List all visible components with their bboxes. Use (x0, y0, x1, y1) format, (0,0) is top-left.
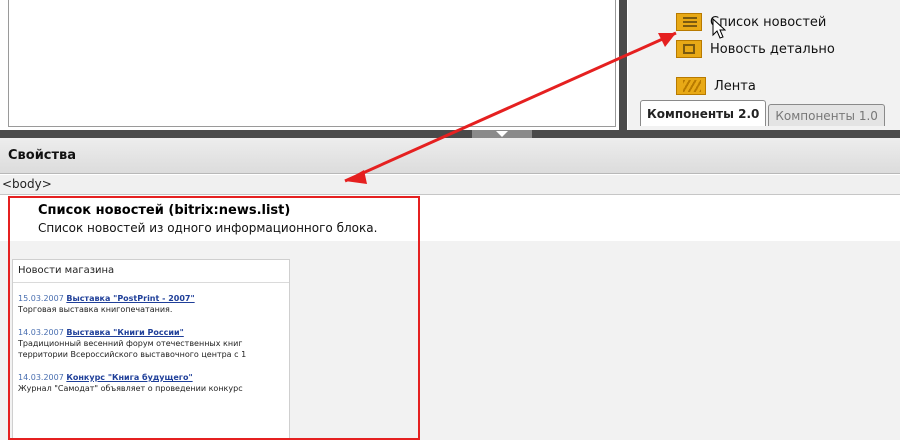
component-description: Список новостей из одного информационног… (38, 221, 378, 235)
top-area: Список новостей Новость детально Лента К… (0, 0, 900, 134)
news-item: 14.03.2007 Выставка "Книги России" Тради… (13, 327, 289, 360)
news-detail-icon (676, 40, 702, 58)
properties-title: Свойства (0, 138, 900, 174)
tape-icon (676, 77, 706, 95)
component-item-news-list[interactable]: Список новостей (676, 11, 826, 33)
tab-components-1[interactable]: Компоненты 1.0 (768, 104, 885, 126)
vertical-splitter[interactable] (619, 0, 627, 130)
component-item-label: Список новостей (710, 14, 827, 30)
news-text: территории Всероссийского выставочного ц… (18, 350, 247, 359)
news-title-link[interactable]: Конкурс "Книга будущего" (66, 373, 192, 382)
preview-header: Новости магазина (13, 260, 289, 283)
news-date: 15.03.2007 (18, 294, 64, 303)
news-text: Торговая выставка книгопечатания. (18, 305, 173, 314)
component-item-label: Лента (714, 78, 756, 94)
component-item-label: Новость детально (710, 41, 835, 57)
editor-canvas[interactable] (8, 0, 616, 127)
component-item-news-detail[interactable]: Новость детально (676, 38, 835, 60)
news-preview: Новости магазина 15.03.2007 Выставка "Po… (12, 259, 290, 440)
breadcrumb[interactable]: <body> (0, 175, 900, 195)
news-text: Журнал "Самодат" объявляет о проведении … (18, 384, 243, 393)
news-text: Традиционный весенний форум отечественны… (18, 339, 243, 348)
horizontal-splitter[interactable] (0, 130, 900, 138)
component-item-tape[interactable]: Лента (676, 75, 756, 97)
news-item: 14.03.2007 Конкурс "Книга будущего" Журн… (13, 372, 289, 394)
mouse-pointer-icon (712, 18, 726, 39)
news-date: 14.03.2007 (18, 328, 64, 337)
news-item: 15.03.2007 Выставка "PostPrint - 2007" Т… (13, 293, 289, 315)
component-tabs: Компоненты 2.0 Компоненты 1.0 (640, 100, 885, 126)
news-list-icon (676, 13, 702, 31)
news-date: 14.03.2007 (18, 373, 64, 382)
news-title-link[interactable]: Выставка "Книги России" (66, 328, 183, 337)
collapse-arrow-icon[interactable] (496, 131, 508, 137)
news-title-link[interactable]: Выставка "PostPrint - 2007" (66, 294, 194, 303)
component-title: Список новостей (bitrix:news.list) (38, 203, 291, 218)
tab-components-2[interactable]: Компоненты 2.0 (640, 100, 767, 126)
